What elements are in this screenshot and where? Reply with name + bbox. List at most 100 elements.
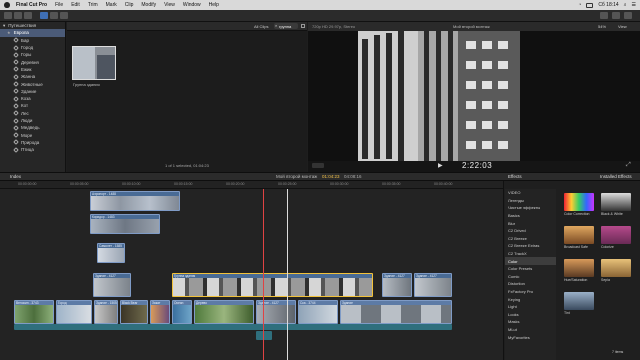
clip-name[interactable]: Группа здания	[73, 82, 100, 87]
keyword-item[interactable]: Лес	[0, 110, 65, 117]
search-icon[interactable]: ⌕	[624, 2, 627, 8]
titles-icon[interactable]	[24, 12, 32, 19]
browser-settings-icon[interactable]	[301, 24, 305, 28]
effects-category[interactable]: Comic	[505, 273, 556, 281]
keyword-item[interactable]: Море	[0, 131, 65, 138]
effects-category[interactable]: Distortion	[505, 280, 556, 288]
timeline-clip[interactable]: Ска - 3744	[298, 300, 338, 324]
wifi-icon[interactable]: ◔	[578, 2, 581, 8]
effects-category[interactable]: MLut	[505, 326, 556, 334]
photos-icon[interactable]	[14, 12, 22, 19]
view-menu[interactable]: View	[618, 24, 627, 29]
inspector-toggle-icon[interactable]	[600, 12, 608, 19]
viewer-options-button[interactable]	[312, 163, 324, 168]
list-icon[interactable]: ☰	[632, 2, 636, 8]
effect-tile[interactable]	[601, 226, 631, 244]
effects-toggle-icon[interactable]	[612, 12, 620, 19]
effect-tile[interactable]	[564, 226, 594, 244]
effects-category[interactable]: Looks	[505, 311, 556, 319]
menu-clip[interactable]: Clip	[125, 2, 134, 8]
keyword-item[interactable]: Бар	[0, 37, 65, 44]
skimmer[interactable]	[263, 189, 264, 360]
timeline-ruler[interactable]: 00:00:00:00 00:00:05:00 00:00:10:00 00:0…	[0, 181, 503, 189]
menu-trim[interactable]: Trim	[88, 2, 98, 8]
menu-file[interactable]: File	[55, 2, 63, 8]
keyword-item[interactable]: Горы	[0, 51, 65, 58]
installed-effects[interactable]: Installed Effects	[600, 174, 632, 179]
effect-tile[interactable]	[564, 259, 594, 277]
effects-category[interactable]: Color Presets	[505, 265, 556, 273]
menu-modify[interactable]: Modify	[141, 2, 156, 8]
zoom-level[interactable]: 54%	[598, 24, 606, 29]
timeline-clip[interactable]: Здание - 4127	[256, 300, 296, 324]
effect-tile[interactable]	[601, 193, 631, 211]
share-icon[interactable]	[624, 12, 632, 19]
background-tasks-icon[interactable]	[60, 12, 68, 19]
effects-category[interactable]: FxFactory Pro	[505, 288, 556, 296]
effects-category[interactable]: Light	[505, 303, 556, 311]
menu-help[interactable]: Help	[209, 2, 219, 8]
effects-category[interactable]: Basics	[505, 212, 556, 220]
battery-icon[interactable]	[586, 2, 594, 8]
effects-category[interactable]: C2 TrackX	[505, 250, 556, 258]
keyword-item[interactable]: Деревня	[0, 58, 65, 65]
keyword-item[interactable]: Животные	[0, 80, 65, 87]
timeline-clip[interactable]: Black Bear	[120, 300, 148, 324]
keyword-icon[interactable]	[50, 12, 58, 19]
apple-icon[interactable]	[4, 2, 10, 8]
keyword-item[interactable]: Здание	[0, 88, 65, 95]
keyword-item[interactable]: Ежик	[0, 66, 65, 73]
menu-edit[interactable]: Edit	[71, 2, 80, 8]
effects-category[interactable]: C2 Drived	[505, 227, 556, 235]
timeline-clip[interactable]: Аэропорт - 1488	[90, 191, 180, 211]
clip-filter[interactable]: All Clips	[254, 24, 268, 29]
disclosure-icon[interactable]: ▾	[3, 23, 5, 29]
event-item[interactable]: ★ Европа	[0, 29, 65, 37]
timeline-clip[interactable]: Город	[56, 300, 92, 324]
effect-tile[interactable]	[601, 259, 631, 277]
effects-category[interactable]: VIDEO	[505, 189, 556, 197]
keyword-item[interactable]: Медведь	[0, 124, 65, 131]
clip-thumbnail[interactable]	[72, 46, 116, 80]
keyword-item[interactable]: Город	[0, 44, 65, 51]
timeline-clip[interactable]: Дерево	[194, 300, 254, 324]
effects-category[interactable]: C2 Breeze Extras	[505, 242, 556, 250]
play-icon[interactable]: ▶	[438, 162, 443, 169]
keyword-item[interactable]: Птица	[0, 146, 65, 153]
effects-category[interactable]: Keying	[505, 295, 556, 303]
effect-tile[interactable]	[564, 292, 594, 310]
timeline-clip[interactable]: Здание - 4127	[414, 273, 452, 297]
timeline-clip[interactable]: Здание - 1505	[94, 300, 118, 324]
menu-mark[interactable]: Mark	[106, 2, 117, 8]
timeline-clip[interactable]: Ocean	[172, 300, 192, 324]
timeline-clip[interactable]: Самолет - 1585	[97, 243, 125, 263]
search-field[interactable]: ⌕ группа	[274, 23, 298, 29]
effects-category-selected[interactable]: Color	[505, 257, 556, 265]
timeline-clip[interactable]: Коридор - 1483	[90, 214, 160, 234]
index-button[interactable]: Index	[10, 174, 21, 179]
import-icon[interactable]	[40, 12, 48, 19]
audio-track[interactable]	[14, 324, 452, 330]
playhead[interactable]	[287, 189, 288, 360]
library-icon[interactable]	[4, 12, 12, 19]
menu-view[interactable]: View	[164, 2, 175, 8]
effects-category[interactable]: MyFavorites	[505, 333, 556, 341]
effect-tile[interactable]	[564, 193, 594, 211]
timeline-clip[interactable]: Закат	[150, 300, 170, 324]
effects-category[interactable]: Masks	[505, 318, 556, 326]
library-item[interactable]: ▾ Путешествия	[0, 22, 65, 29]
menu-app[interactable]: Final Cut Pro	[16, 2, 47, 8]
keyword-item[interactable]: Кот	[0, 102, 65, 109]
keyword-item[interactable]: Природа	[0, 139, 65, 146]
effects-category[interactable]: Легенды	[505, 197, 556, 205]
clock[interactable]: Сб 18:14	[598, 2, 618, 8]
timeline-clip[interactable]: Здание - 4127	[93, 273, 131, 297]
selected-clip[interactable]: Группа здания	[172, 273, 373, 297]
timeline-project[interactable]: Мой второй монтаж	[276, 174, 317, 179]
keyword-item[interactable]: Жанна	[0, 73, 65, 80]
timeline-clip[interactable]: Велосип - 3743	[14, 300, 54, 324]
timeline[interactable]: Аэропорт - 1488 Коридор - 1483 Самолет -…	[0, 189, 503, 360]
effects-category[interactable]: Чистые эффекты	[505, 204, 556, 212]
audio-clip[interactable]	[256, 331, 272, 340]
keyword-item[interactable]: Коза	[0, 95, 65, 102]
